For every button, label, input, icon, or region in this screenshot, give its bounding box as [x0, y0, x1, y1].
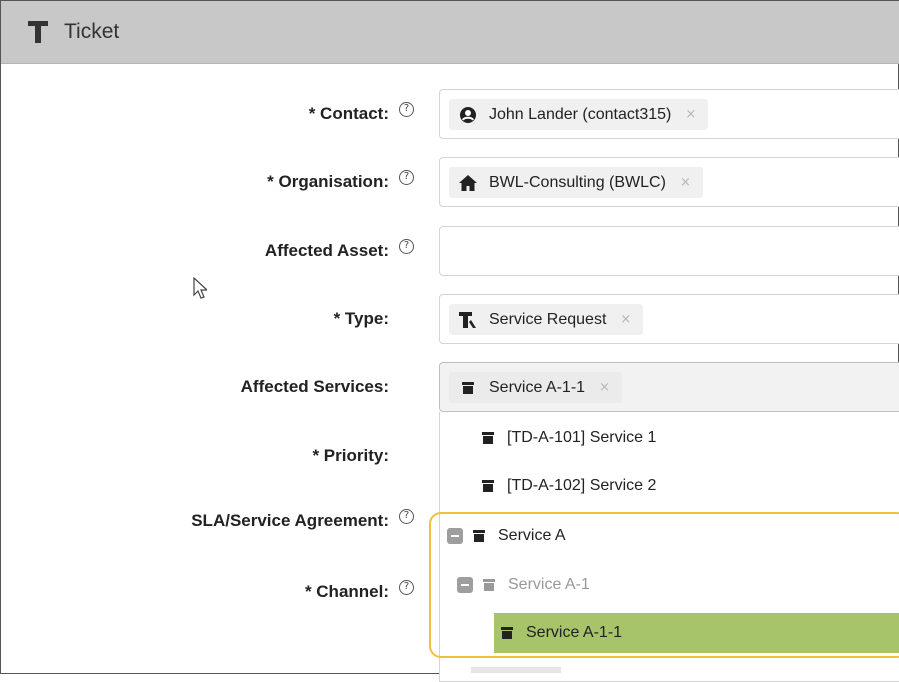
help-icon[interactable]: ? [399, 239, 414, 254]
dropdown-item[interactable]: Service A [447, 514, 566, 558]
mouse-cursor-icon [193, 276, 209, 304]
type-value: Service Request [489, 310, 607, 328]
dropdown-item-label: [TD-A-101] Service 1 [507, 429, 657, 446]
ticket-type-icon [27, 20, 49, 44]
dropdown-item-selected[interactable]: Service A-1-1 [501, 611, 622, 655]
type-chip: Service Request × [449, 304, 644, 335]
dropdown-item-label: [TD-A-102] Service 2 [507, 477, 657, 494]
service-icon [501, 627, 513, 639]
organisation-label: * Organisation: [267, 172, 389, 191]
organisation-chip: BWL-Consulting (BWLC) × [449, 167, 703, 198]
help-icon[interactable]: ? [399, 580, 414, 595]
next-item-partial [471, 667, 561, 673]
channel-label: * Channel: [304, 582, 389, 601]
dropdown-item[interactable]: [TD-A-102] Service 2 [482, 464, 656, 508]
organisation-field[interactable]: BWL-Consulting (BWLC) × [439, 157, 899, 207]
dropdown-item-label: Service A [498, 527, 566, 544]
organisation-icon [459, 174, 477, 192]
contact-field[interactable]: John Lander (contact315) × [439, 89, 899, 139]
help-icon[interactable]: ? [399, 102, 414, 117]
affected-services-field[interactable]: Service A-1-1 × [439, 362, 899, 412]
contact-value: John Lander (contact315) [489, 105, 672, 123]
page-title: Ticket [64, 20, 120, 43]
affected-asset-field[interactable] [439, 226, 899, 276]
type-field[interactable]: Service Request × [439, 294, 899, 344]
dropdown-item-label: Service A-1-1 [526, 624, 623, 641]
service-icon [482, 480, 494, 492]
affected-services-row: Affected Services: Service A-1-1 × [1, 362, 899, 412]
sla-label: SLA/Service Agreement: [191, 511, 389, 530]
service-icon [482, 432, 494, 444]
ticket-type-icon [459, 311, 477, 329]
ticket-header: Ticket [1, 1, 899, 64]
remove-service-button[interactable]: × [599, 380, 610, 395]
dropdown-item-label: Service A-1 [508, 576, 590, 593]
remove-type-button[interactable]: × [620, 312, 631, 327]
dropdown-item[interactable]: [TD-A-101] Service 1 [482, 416, 656, 460]
affected-services-value: Service A-1-1 [489, 378, 586, 396]
dropdown-item[interactable]: Service A-1 [457, 563, 590, 607]
type-row: * Type: Service Request × [1, 294, 899, 344]
affected-services-chip: Service A-1-1 × [449, 372, 622, 403]
type-label: * Type: [333, 309, 389, 328]
collapse-icon[interactable] [447, 528, 463, 544]
help-icon[interactable]: ? [399, 509, 414, 524]
contact-row: * Contact: ? John Lander (contact315) × [1, 89, 899, 139]
contact-label: * Contact: [308, 104, 389, 123]
affected-asset-row: Affected Asset: ? [1, 226, 899, 276]
person-icon [459, 106, 477, 124]
service-icon [483, 579, 495, 591]
service-icon [473, 530, 485, 542]
help-icon[interactable]: ? [399, 170, 414, 185]
organisation-value: BWL-Consulting (BWLC) [489, 173, 666, 191]
service-icon [459, 379, 477, 397]
remove-contact-button[interactable]: × [685, 107, 696, 122]
remove-organisation-button[interactable]: × [680, 175, 691, 190]
collapse-icon[interactable] [457, 577, 473, 593]
priority-label: * Priority: [312, 446, 389, 465]
affected-services-label: Affected Services: [240, 377, 389, 396]
contact-chip: John Lander (contact315) × [449, 99, 709, 130]
organisation-row: * Organisation: ? BWL-Consulting (BWLC) … [1, 157, 899, 207]
affected-asset-label: Affected Asset: [264, 241, 389, 260]
